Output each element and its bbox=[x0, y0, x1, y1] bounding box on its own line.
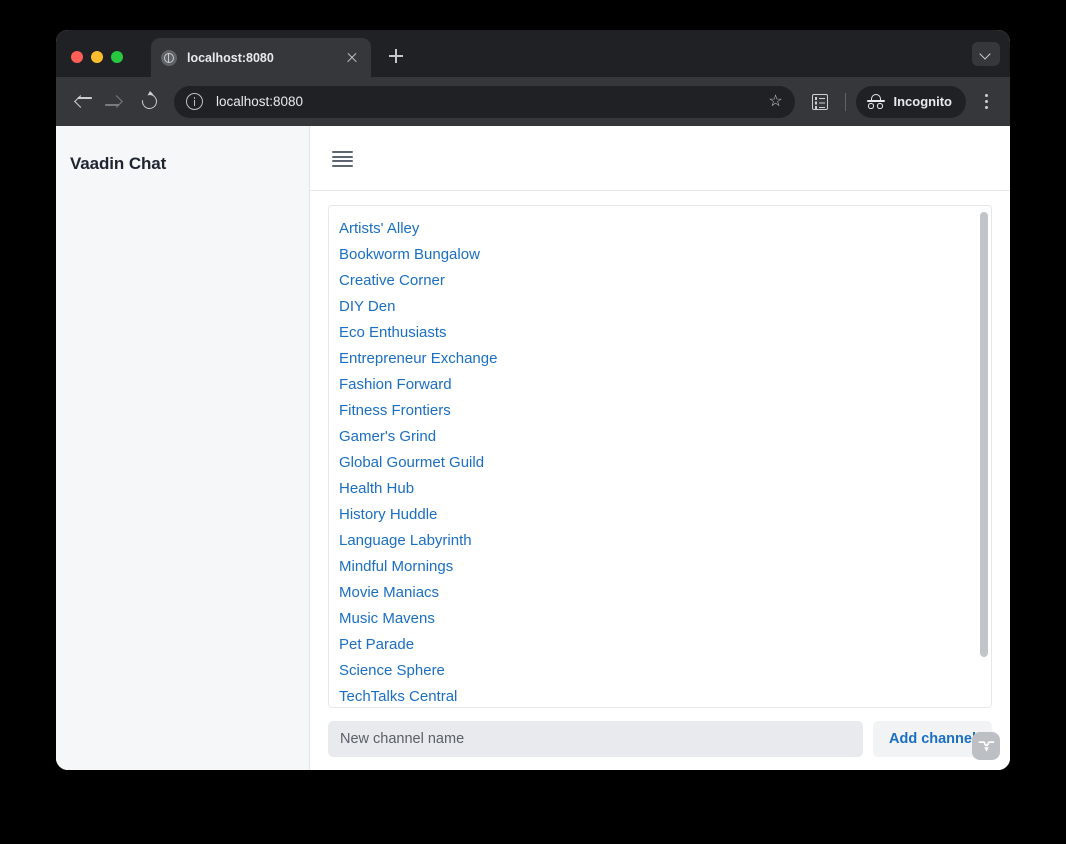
kebab-menu-icon[interactable] bbox=[972, 87, 1000, 117]
channel-list-item[interactable]: DIY Den bbox=[339, 294, 991, 320]
toolbar-divider bbox=[844, 92, 846, 111]
channel-list-item[interactable]: Bookworm Bungalow bbox=[339, 242, 991, 268]
page-viewport: Vaadin Chat Artists' Alley Bookworm Bunga… bbox=[56, 126, 1010, 770]
globe-icon bbox=[161, 49, 177, 66]
channel-list-item[interactable]: Mindful Mornings bbox=[339, 554, 991, 580]
address-bar-url: localhost:8080 bbox=[216, 94, 304, 109]
browser-tab-title: localhost:8080 bbox=[187, 50, 274, 65]
channel-list-item[interactable]: History Huddle bbox=[339, 502, 991, 528]
chevron-down-icon bbox=[979, 48, 991, 60]
scrollbar-thumb[interactable] bbox=[980, 212, 988, 657]
browser-window: localhost:8080 localhost:8080 ☆ Incognit… bbox=[56, 30, 1010, 770]
channel-list-item[interactable]: Music Mavens bbox=[339, 606, 991, 632]
main-header bbox=[310, 126, 1010, 191]
browser-tab-strip: localhost:8080 bbox=[56, 30, 1010, 77]
incognito-label: Incognito bbox=[893, 94, 953, 109]
forward-button[interactable] bbox=[100, 86, 132, 118]
channel-list-item[interactable]: Health Hub bbox=[339, 476, 991, 502]
channel-list-item[interactable]: Creative Corner bbox=[339, 268, 991, 294]
channel-list-item[interactable]: Pet Parade bbox=[339, 632, 991, 658]
incognito-badge[interactable]: Incognito bbox=[855, 85, 966, 118]
app-main: Artists' Alley Bookworm Bungalow Creative … bbox=[310, 126, 1010, 770]
channel-list-item[interactable]: Global Gourmet Guild bbox=[339, 450, 991, 476]
window-maximize-button[interactable] bbox=[111, 51, 123, 63]
channel-list-item[interactable]: Eco Enthusiasts bbox=[339, 320, 991, 346]
back-arrow-icon bbox=[74, 94, 87, 108]
window-controls bbox=[71, 51, 123, 63]
reading-list-icon[interactable] bbox=[805, 87, 835, 117]
channel-list-item[interactable]: Movie Maniacs bbox=[339, 580, 991, 606]
channel-list-item[interactable]: Fitness Frontiers bbox=[339, 398, 991, 424]
forward-arrow-icon bbox=[110, 94, 123, 108]
channel-list-scrollbar[interactable] bbox=[980, 212, 988, 701]
info-icon[interactable] bbox=[186, 93, 203, 110]
app-sidebar: Vaadin Chat bbox=[56, 126, 310, 770]
channel-list-item[interactable]: Science Sphere bbox=[339, 658, 991, 684]
browser-toolbar: localhost:8080 ☆ Incognito bbox=[56, 77, 1010, 126]
browser-tab[interactable]: localhost:8080 bbox=[151, 38, 371, 77]
window-close-button[interactable] bbox=[71, 51, 83, 63]
channel-list-item[interactable]: TechTalks Central bbox=[339, 684, 991, 707]
channel-list-card: Artists' Alley Bookworm Bungalow Creative … bbox=[328, 205, 992, 708]
channel-list-item[interactable]: Gamer's Grind bbox=[339, 424, 991, 450]
address-bar[interactable]: localhost:8080 ☆ bbox=[174, 85, 795, 118]
new-channel-composer: Add channel bbox=[310, 708, 1010, 770]
page-title: Vaadin Chat bbox=[70, 154, 167, 173]
window-minimize-button[interactable] bbox=[91, 51, 103, 63]
incognito-hat-icon bbox=[866, 93, 885, 110]
channel-list-item[interactable]: Language Labyrinth bbox=[339, 528, 991, 554]
channel-list-item[interactable]: Entrepreneur Exchange bbox=[339, 346, 991, 372]
channel-list-item[interactable]: Fashion Forward bbox=[339, 372, 991, 398]
vaadin-logo-icon[interactable] bbox=[972, 732, 1000, 760]
new-channel-input[interactable] bbox=[328, 721, 863, 757]
star-icon[interactable]: ☆ bbox=[767, 93, 785, 111]
tab-search-button[interactable] bbox=[972, 42, 1000, 66]
reload-button[interactable] bbox=[134, 86, 166, 118]
reload-icon bbox=[139, 90, 160, 112]
channel-list[interactable]: Artists' Alley Bookworm Bungalow Creative … bbox=[329, 206, 991, 707]
hamburger-icon[interactable] bbox=[332, 147, 358, 169]
new-tab-button[interactable] bbox=[384, 44, 408, 68]
back-button[interactable] bbox=[66, 86, 98, 118]
channel-list-item[interactable]: Artists' Alley bbox=[339, 216, 991, 242]
close-icon[interactable] bbox=[343, 49, 361, 67]
